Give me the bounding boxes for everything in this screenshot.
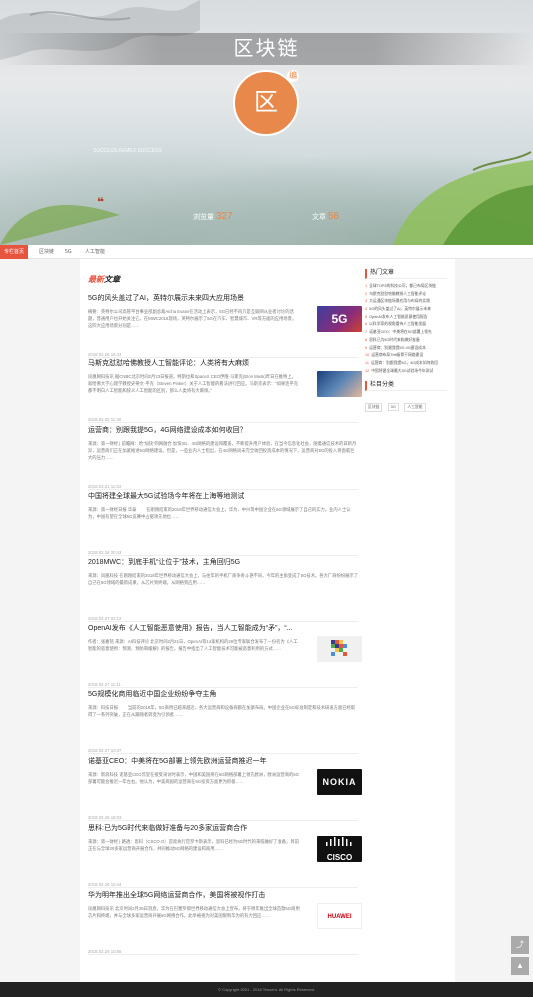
- tab-blockchain[interactable]: 区块链: [39, 245, 54, 259]
- list-item[interactable]: 运营商：别跟我提5G，4G网络建设成本如何收回？ 来源：第一财经 | 前瞻网：哈…: [88, 425, 358, 490]
- article-time: 2018.02.26 20:43: [88, 550, 122, 555]
- hot-article-item[interactable]: 3 大运通区块链场景应用与布局的实践: [365, 298, 447, 306]
- article-thumbnail[interactable]: 5G: [317, 306, 362, 332]
- article-time: 2018.02.27 10:47: [88, 748, 122, 753]
- article-summary: 来源：凤凰科技 在刚刚结束的2018年世界移动通信大会上，与往年的手机厂商争奇斗…: [88, 573, 358, 585]
- tab-ai[interactable]: 人工智能: [85, 245, 105, 259]
- hot-article-item[interactable]: 2 乌斯克怼怼哈佛教授人工智能评论: [365, 291, 447, 299]
- hot-article-item[interactable]: 1 全球TOP5的科技公司，都已布局区块链: [365, 283, 447, 291]
- hero-banner: 区块链 区 编 SUCCESS.KEMEX.SUCCESS ❝ 浏览量 327 文…: [0, 0, 533, 245]
- article-title[interactable]: 2018MWC：到底手机“让位于”技术，主角回归5G: [88, 557, 358, 567]
- tab-5g[interactable]: 5G: [65, 245, 72, 259]
- article-time: 2018.02.26 10:44: [88, 882, 122, 887]
- article-thumbnail[interactable]: HUAWEI: [317, 903, 362, 929]
- leaves-decoration: [393, 151, 533, 245]
- article-summary: 来源：第一财经日报 华泰 在刚刚结束的2018年世界移动通信大会上，华为、中兴等…: [88, 507, 351, 519]
- cisco-bars-icon: [326, 837, 352, 846]
- footer-copyright: © Copyright 2001 - 2018 Tencent. All Rig…: [0, 982, 533, 997]
- tab-home[interactable]: 专栏首页: [0, 245, 29, 259]
- article-time: 2018.02.26 10:56: [88, 949, 122, 954]
- list-item[interactable]: 5G的风头盖过了AI，英特尔展示未来四大应用场景 摘要：英特尔公司高管平台事业部…: [88, 293, 362, 358]
- list-item[interactable]: 思科:已为5G时代来临做好准备与20多家运营商合作 来源：第一财经 | 路透：思…: [88, 823, 362, 888]
- hot-article-item[interactable]: 9 运营商：别跟我提5G 4G建设成本: [365, 345, 447, 353]
- articles-stat: 文章 58: [312, 211, 340, 222]
- hot-article-item[interactable]: 6 以科学家的视角看待人工智能发展: [365, 321, 447, 329]
- hot-article-item[interactable]: 11 运营商：别跟我提5G，4G成本如何收回: [365, 360, 447, 368]
- article-title[interactable]: 华为明年推出全球5G网络运营商合作，美国将被视作打击: [88, 890, 358, 900]
- list-item[interactable]: 中国将建全球最大5G试验场今年将在上海等地测试 来源：第一财经日报 华泰 在刚刚…: [88, 491, 358, 556]
- column-subtitle: SUCCESS.KEMEX.SUCCESS: [93, 148, 162, 154]
- article-title[interactable]: 中国将建全球最大5G试验场今年将在上海等地测试: [88, 491, 358, 501]
- left-leaf-decoration: [0, 205, 120, 245]
- article-time: 2018.02.26 18:03: [88, 815, 122, 820]
- hot-article-item[interactable]: 10 运营商布局Tbit级骨干网络建设: [365, 352, 447, 360]
- sidebar: 热门文章 1 全球TOP5的科技公司，都已布局区块链 2 乌斯克怼怼哈佛教授人工智能…: [365, 269, 447, 413]
- article-summary: 凤凰网科技讯 据CNBC北京时间2月23日报道，特斯拉和SpaceX CEO伊隆…: [88, 374, 299, 393]
- article-title[interactable]: 运营商：别跟我提5G，4G网络建设成本如何收回？: [88, 425, 358, 435]
- categories-heading: 栏目分类: [365, 381, 447, 392]
- list-item[interactable]: 华为明年推出全球5G网络运营商合作，美国将被视作打击 凤凰网科技讯 北京时间2月…: [88, 890, 362, 955]
- author-badge-icon: 编: [287, 70, 299, 82]
- article-title[interactable]: 诺基亚CEO：中美将在5G部署上领先欧洲运营商推迟一年: [88, 756, 358, 766]
- tag-ai[interactable]: 人工智能: [404, 403, 426, 413]
- article-thumbnail[interactable]: [317, 636, 362, 662]
- tag-5g[interactable]: 5G: [387, 403, 399, 412]
- quote-icon: ❝: [97, 195, 105, 209]
- article-summary: 来源：第一财经 | 前瞻网：哈“加快”四网融合 加快3G、4G网络的建设和覆盖，…: [88, 441, 357, 460]
- article-summary: 来源：第一财经 | 路透：思科（CSCO.O）首席执行官罗卞斯表示，思科已经为5…: [88, 839, 299, 851]
- column-title: 区块链: [233, 38, 300, 60]
- article-summary: 来源：新浪科技 诺基亚CEO苏里在接受采访时表示，中国和美国将在5G网络部署上领…: [88, 772, 300, 784]
- article-time: 2018.02.27 02:12: [88, 616, 122, 621]
- article-summary: 作者：张嘉铭 来源：AI科技评论 北京时间2月21日，OpenAI等14家机构的…: [88, 639, 298, 651]
- share-button[interactable]: ⤴: [511, 936, 529, 954]
- hot-article-item[interactable]: 5 OpenAI发布人工智能恶意使用报告: [365, 314, 447, 322]
- main-content: 最新文章 5G的风头盖过了AI，英特尔展示未来四大应用场景 摘要：英特尔公司高管…: [80, 259, 455, 982]
- article-summary: 摘要：英特尔公司高管平台事业部副总裁Aicha Evans在活动上表示，5G已经…: [88, 309, 297, 328]
- article-time: 2018.02.26 16:43: [88, 352, 122, 357]
- back-to-top-button[interactable]: ▲: [511, 957, 529, 975]
- hot-article-item[interactable]: 7 诺基亚CEO：中美将在5G部署上领先: [365, 329, 447, 337]
- column-nav: 专栏首页 区块链 5G 人工智能: [0, 245, 533, 259]
- hot-article-item[interactable]: 12 中国将建全球最大5G试验场今年测试: [365, 368, 447, 376]
- hot-article-item[interactable]: 8 思科已为5G时代来临做好准备: [365, 337, 447, 345]
- list-item[interactable]: 诺基亚CEO：中美将在5G部署上领先欧洲运营商推迟一年 来源：新浪科技 诺基亚C…: [88, 756, 362, 821]
- list-item[interactable]: 2018MWC：到底手机“让位于”技术，主角回归5G 来源：凤凰科技 在刚刚结束…: [88, 557, 358, 622]
- article-summary: 来源：科技日报 当前的2018年，5G商用已越来越近，各大运营商和设备商都在加紧…: [88, 705, 356, 717]
- article-thumbnail[interactable]: NOKIA: [317, 769, 362, 795]
- article-title[interactable]: 马斯克怼怼哈佛教授人工智能评论：人类将有大麻烦: [88, 358, 358, 368]
- article-time: 2018.02.27 11:11: [88, 682, 121, 687]
- list-item[interactable]: 5G规模化商用临近中国企业纷纷争夺主角 来源：科技日报 当前的2018年，5G商…: [88, 689, 358, 754]
- article-title[interactable]: 5G的风头盖过了AI，英特尔展示未来四大应用场景: [88, 293, 358, 303]
- article-time: 2018.03.01 11:53: [88, 484, 122, 489]
- category-tags: 区块链 5G 人工智能: [365, 395, 447, 413]
- hot-article-item[interactable]: 4 5G的风头盖过了AI，英特尔展示未来: [365, 306, 447, 314]
- hot-articles-heading: 热门文章: [365, 269, 447, 279]
- article-summary: 凤凰网科技讯 北京时间2月26日消息，华为在巴塞罗那世界移动通信大会上宣布，将于…: [88, 906, 300, 918]
- article-thumbnail[interactable]: CISCO: [317, 836, 362, 862]
- article-title[interactable]: OpenAI发布《人工智能恶意使用》报告，当人工智能成为“矛”，“...: [88, 623, 358, 633]
- article-time: 2018.02.02 11:30: [88, 417, 122, 422]
- article-title[interactable]: 5G规模化商用临近中国企业纷纷争夺主角: [88, 689, 358, 699]
- hot-articles-list: 1 全球TOP5的科技公司，都已布局区块链 2 乌斯克怼怼哈佛教授人工智能评论 3大…: [365, 283, 447, 375]
- pixel-art-icon: [331, 640, 347, 656]
- views-stat: 浏览量 327: [193, 211, 233, 222]
- tag-blockchain[interactable]: 区块链: [365, 403, 383, 413]
- latest-articles-heading: 最新文章: [88, 275, 120, 284]
- article-thumbnail[interactable]: [317, 371, 362, 397]
- article-title[interactable]: 思科:已为5G时代来临做好准备与20多家运营商合作: [88, 823, 358, 833]
- list-item[interactable]: 马斯克怼怼哈佛教授人工智能评论：人类将有大麻烦 凤凰网科技讯 据CNBC北京时间…: [88, 358, 362, 423]
- list-item[interactable]: OpenAI发布《人工智能恶意使用》报告，当人工智能成为“矛”，“... 作者：…: [88, 623, 362, 688]
